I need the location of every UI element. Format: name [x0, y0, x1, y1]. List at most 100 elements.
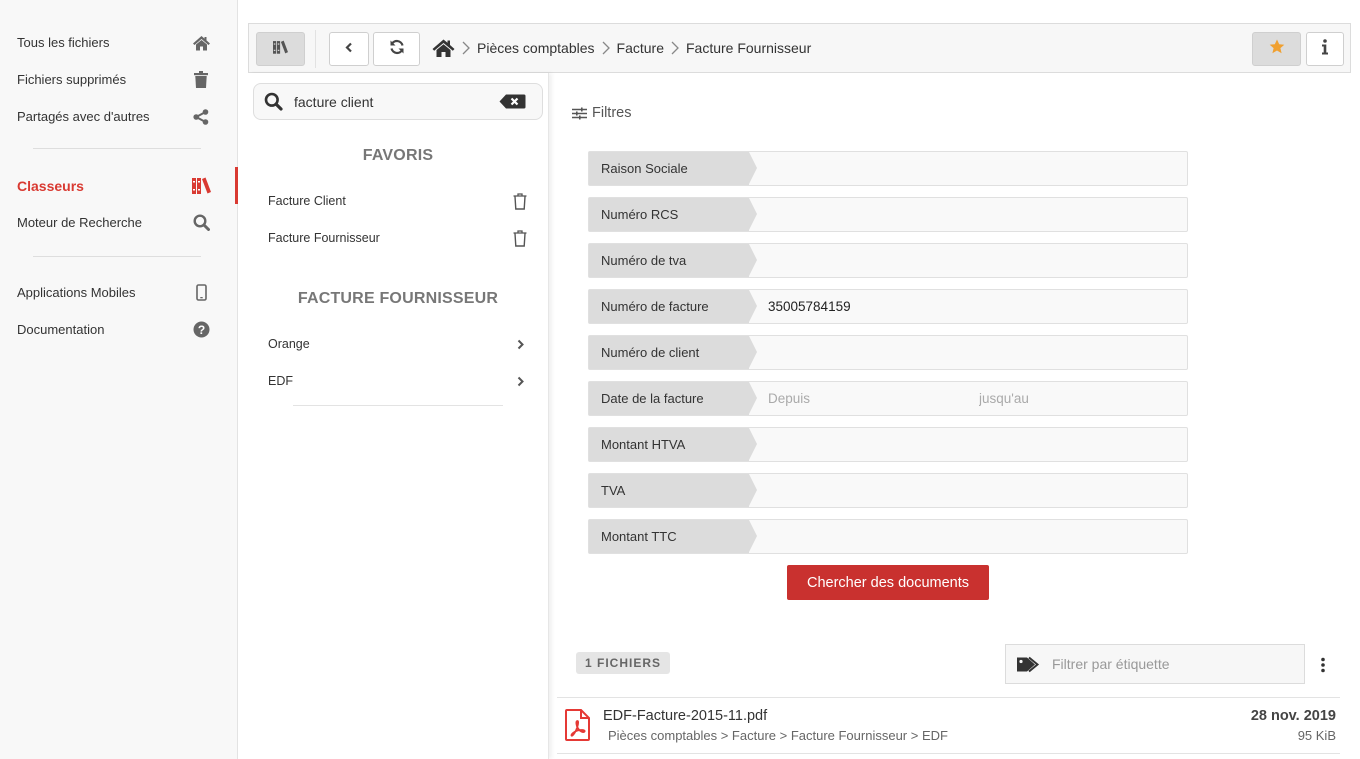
file-row[interactable]: EDF-Facture-2015-11.pdf Pièces comptable… — [557, 698, 1340, 753]
delete-favorite-icon[interactable] — [512, 229, 528, 247]
nav-item-shared[interactable]: Partagés avec d'autres — [0, 98, 237, 135]
date-to-input[interactable] — [960, 382, 1187, 415]
left-navigation: Tous les fichiers Fichiers supprimés Par… — [0, 0, 238, 759]
montant-ttc-input[interactable] — [749, 520, 1187, 553]
binder-search-box — [253, 83, 543, 120]
clear-search-icon[interactable] — [499, 94, 526, 109]
nav-item-all-files[interactable]: Tous les fichiers — [0, 24, 237, 61]
filter-numero-facture: Numéro de facture — [588, 289, 1188, 324]
mobile-icon — [191, 284, 211, 302]
raison-sociale-input[interactable] — [749, 152, 1187, 185]
filter-label: Date de la facture — [589, 382, 757, 415]
info-icon — [1321, 38, 1329, 60]
search-documents-button[interactable]: Chercher des documents — [787, 565, 989, 600]
filter-numero-tva: Numéro de tva — [588, 243, 1188, 278]
filter-label: Numéro de client — [589, 336, 757, 369]
toggle-binders-panel-button[interactable] — [256, 32, 305, 66]
folder-list-divider — [293, 405, 503, 406]
delete-favorite-icon[interactable] — [512, 192, 528, 210]
filter-tva: TVA — [588, 473, 1188, 508]
favorite-item-label: Facture Client — [268, 194, 346, 208]
file-size: 95 KiB — [1297, 728, 1336, 743]
search-icon — [191, 214, 211, 232]
star-icon — [1269, 39, 1285, 59]
numero-rcs-input[interactable] — [749, 198, 1187, 231]
breadcrumb-item[interactable]: Facture — [617, 40, 664, 56]
back-button[interactable] — [329, 32, 369, 66]
file-list-divider — [557, 753, 1340, 754]
nav-item-label: Documentation — [17, 322, 105, 337]
nav-item-label: Partagés avec d'autres — [17, 109, 150, 124]
nav-item-binders[interactable]: Classeurs — [0, 167, 238, 204]
breadcrumb-item[interactable]: Pièces comptables — [477, 40, 595, 56]
nav-item-documentation[interactable]: Documentation ? — [0, 311, 237, 348]
nav-item-deleted-files[interactable]: Fichiers supprimés — [0, 61, 237, 98]
nav-item-label: Fichiers supprimés — [17, 72, 127, 87]
nav-item-label: Classeurs — [17, 177, 84, 194]
books-icon — [191, 177, 211, 195]
breadcrumb-home-icon[interactable] — [432, 39, 455, 57]
home-icon — [191, 34, 211, 52]
file-name[interactable]: EDF-Facture-2015-11.pdf — [603, 708, 767, 724]
sliders-icon — [572, 107, 587, 120]
binder-search-input[interactable] — [294, 93, 499, 110]
chevron-right-icon — [462, 41, 470, 55]
tags-icon — [1016, 656, 1040, 673]
filter-numero-client: Numéro de client — [588, 335, 1188, 370]
filter-label: Montant TTC — [589, 520, 757, 553]
refresh-button[interactable] — [373, 32, 420, 66]
montant-htva-input[interactable] — [749, 428, 1187, 461]
filter-label: Numéro de tva — [589, 244, 757, 277]
favorite-button[interactable] — [1252, 32, 1301, 66]
filter-montant-ttc: Montant TTC — [588, 519, 1188, 554]
file-count-badge: 1 FICHIERS — [576, 652, 671, 674]
search-icon — [264, 92, 283, 111]
folder-item[interactable]: EDF — [268, 369, 528, 393]
filter-label: Numéro RCS — [589, 198, 757, 231]
numero-facture-input[interactable] — [749, 290, 1187, 323]
nav-item-search-engine[interactable]: Moteur de Recherche — [0, 204, 237, 241]
question-circle-icon: ? — [191, 321, 211, 339]
favorite-item-label: Facture Fournisseur — [268, 231, 380, 245]
info-button[interactable] — [1306, 32, 1344, 66]
nav-item-label: Applications Mobiles — [17, 285, 136, 300]
toolbar-divider — [315, 30, 316, 68]
more-options-icon[interactable] — [1314, 652, 1332, 678]
filter-numero-rcs: Numéro RCS — [588, 197, 1188, 232]
file-path: Pièces comptables > Facture > Facture Fo… — [608, 728, 948, 743]
folder-item-label: Orange — [268, 337, 310, 351]
breadcrumb-item-current[interactable]: Facture Fournisseur — [686, 40, 811, 56]
filter-date-facture: Date de la facture — [588, 381, 1188, 416]
numero-client-input[interactable] — [749, 336, 1187, 369]
filter-label: TVA — [589, 474, 757, 507]
binders-panel: FAVORIS Facture Client Facture Fournisse… — [248, 73, 549, 759]
filter-label: Numéro de facture — [589, 290, 757, 323]
chevron-right-icon — [512, 335, 528, 353]
nav-item-label: Tous les fichiers — [17, 35, 110, 50]
folder-item[interactable]: Orange — [268, 332, 528, 356]
share-icon — [191, 108, 211, 126]
books-icon — [273, 40, 288, 59]
nav-divider — [33, 148, 201, 149]
filter-label: Raison Sociale — [589, 152, 757, 185]
filter-montant-htva: Montant HTVA — [588, 427, 1188, 462]
nav-divider — [33, 256, 201, 257]
tag-filter-box — [1005, 644, 1305, 684]
favorites-heading: FAVORIS — [362, 147, 434, 164]
tva-input[interactable] — [749, 474, 1187, 507]
filter-label: Montant HTVA — [589, 428, 757, 461]
chevron-right-icon — [512, 372, 528, 390]
chevron-left-icon — [345, 40, 353, 58]
numero-tva-input[interactable] — [749, 244, 1187, 277]
favorite-item[interactable]: Facture Client — [268, 189, 528, 213]
nav-item-label: Moteur de Recherche — [17, 215, 143, 230]
favorite-item[interactable]: Facture Fournisseur — [268, 226, 528, 250]
tag-filter-input[interactable] — [1052, 656, 1304, 672]
filters-toggle[interactable]: Filtres — [572, 105, 631, 121]
nav-item-mobile-apps[interactable]: Applications Mobiles — [0, 274, 237, 311]
chevron-right-icon — [671, 41, 679, 55]
trash-icon — [191, 71, 211, 89]
breadcrumb: Pièces comptables Facture Facture Fourni… — [432, 24, 811, 72]
date-from-input[interactable] — [749, 382, 960, 415]
file-date: 28 nov. 2019 — [1250, 708, 1336, 724]
